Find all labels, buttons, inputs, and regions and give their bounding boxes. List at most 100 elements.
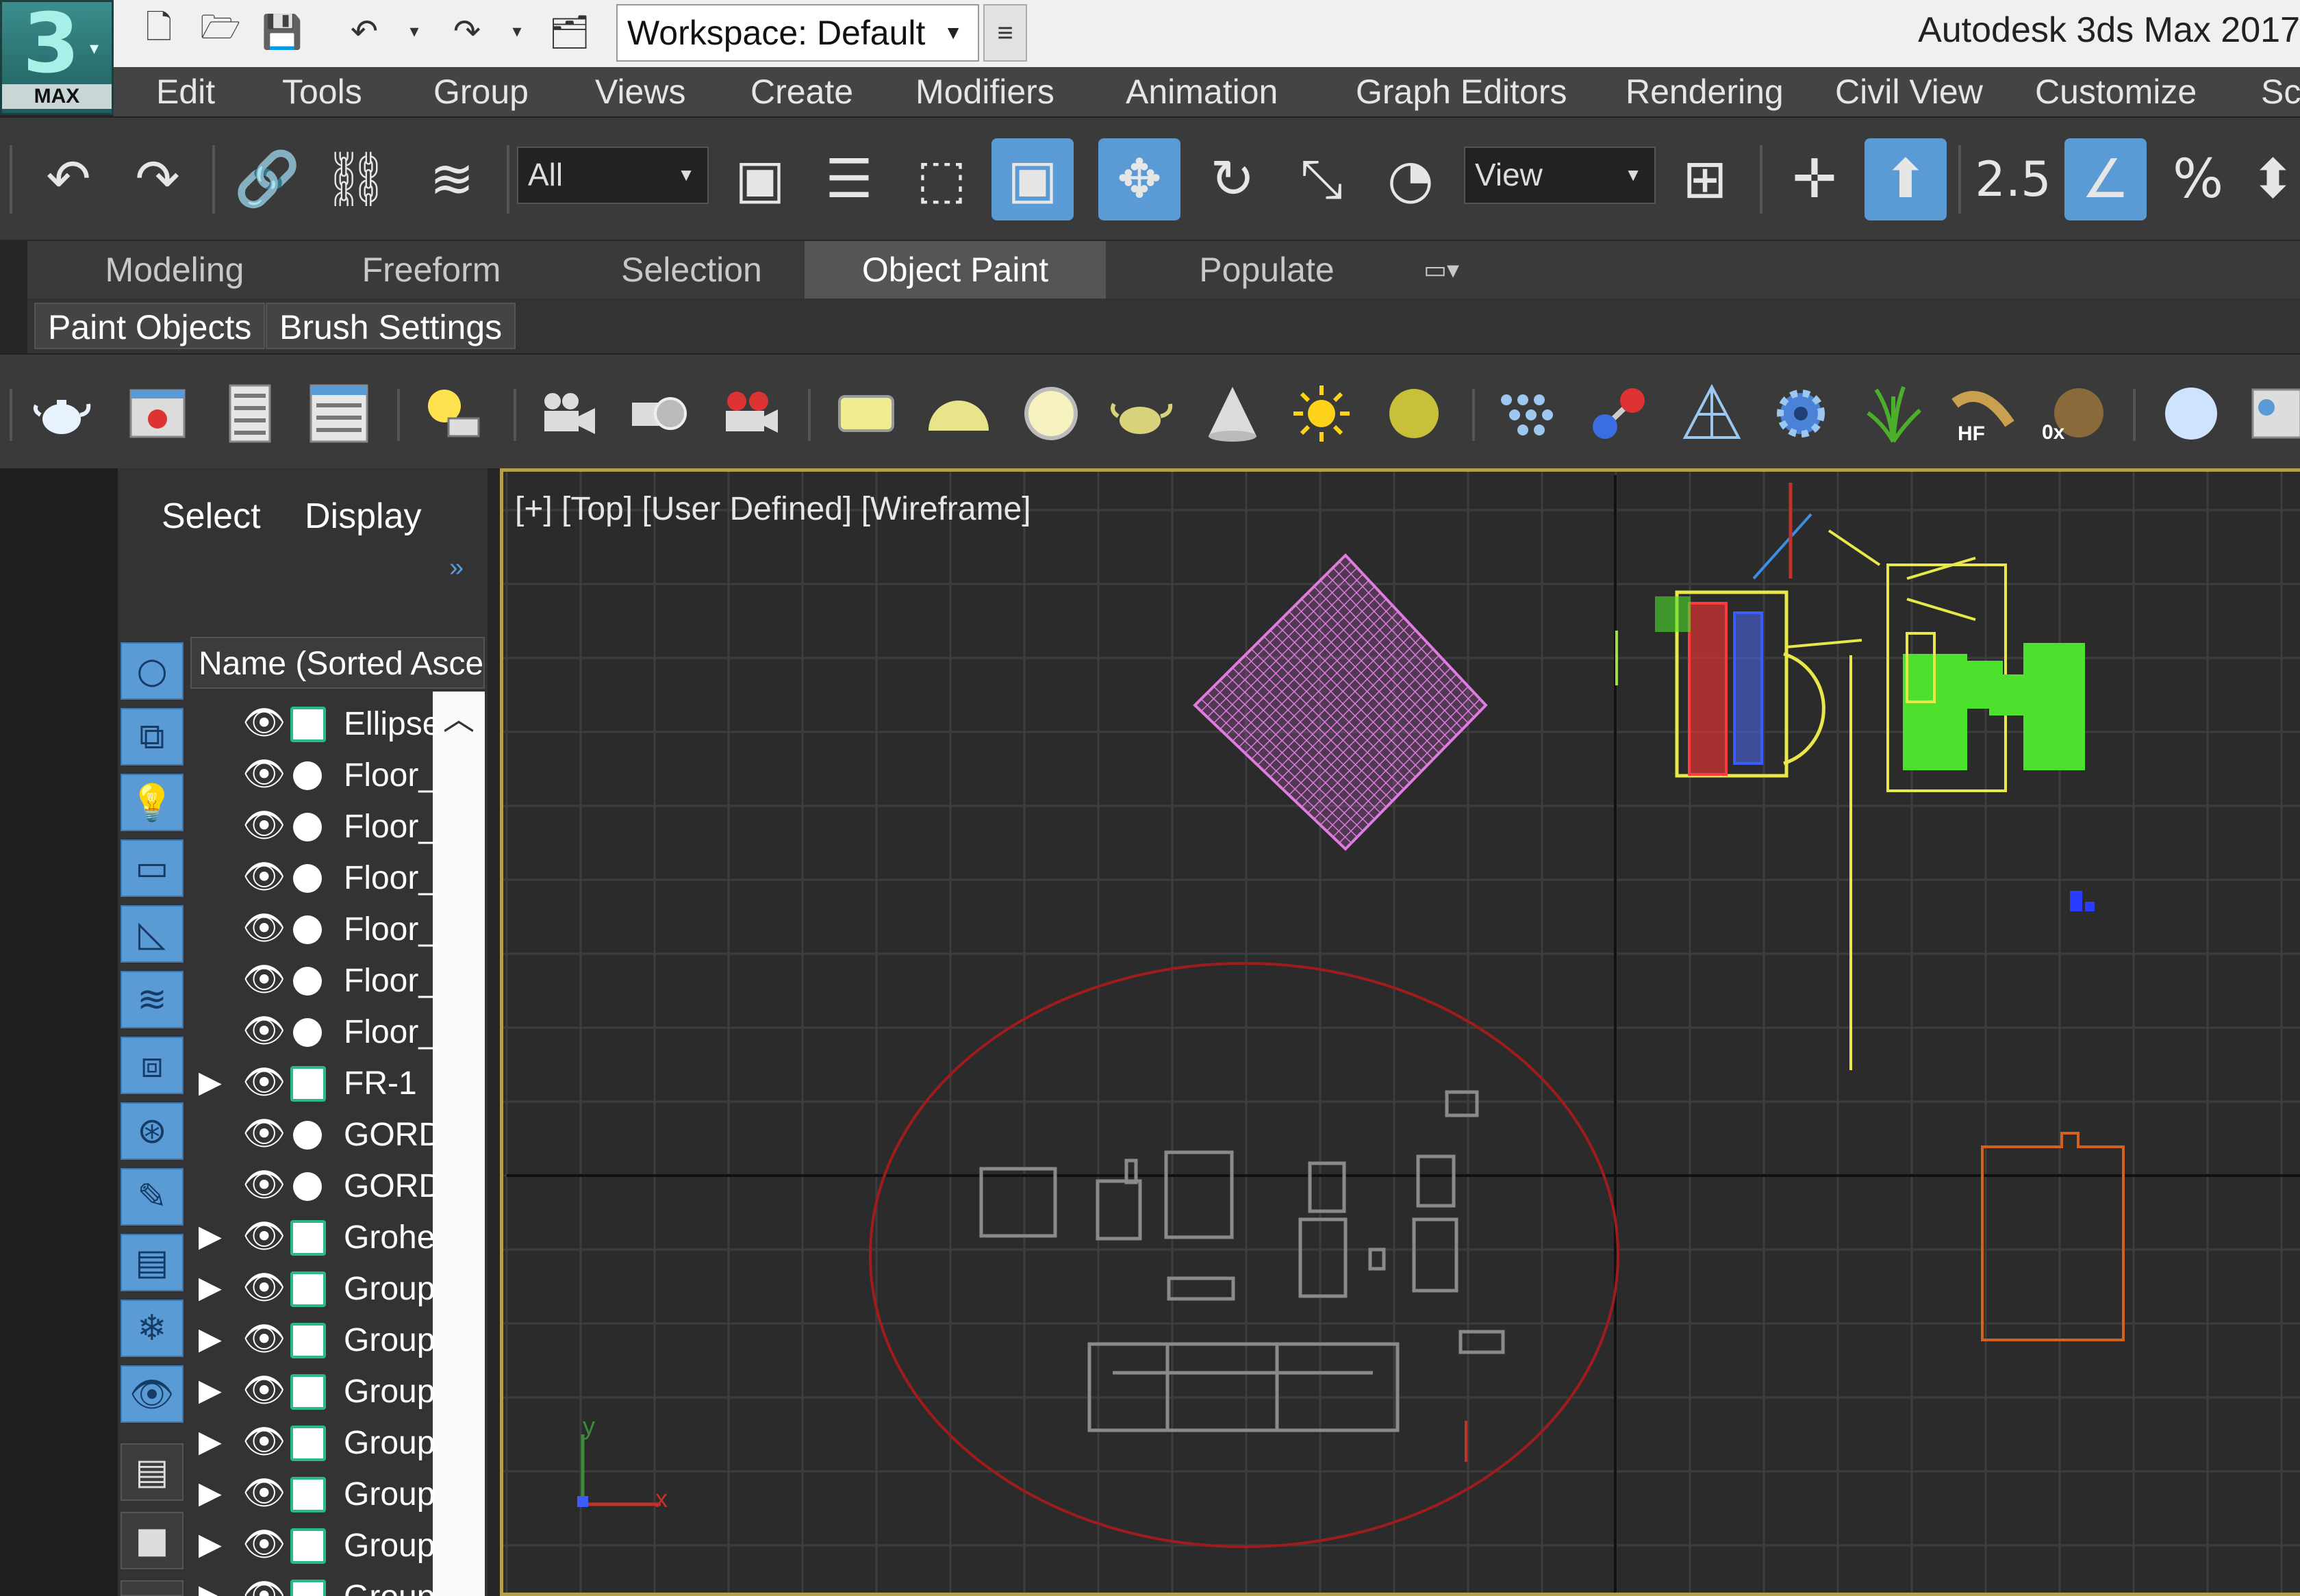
- select-and-scale-icon[interactable]: ⤡: [1280, 138, 1363, 220]
- list-item[interactable]: ▶ 👁 Group006: [199, 1520, 435, 1571]
- tab-selection[interactable]: Selection: [575, 241, 808, 299]
- visibility-eye-icon[interactable]: 👁: [242, 1575, 286, 1596]
- save-icon[interactable]: 💾: [260, 10, 304, 53]
- unlink-selection-icon[interactable]: ⛓: [315, 138, 397, 220]
- filter-geometry-icon[interactable]: ○: [121, 642, 184, 700]
- explorer-more-button[interactable]: »: [449, 553, 464, 583]
- plane-light-icon[interactable]: [832, 379, 900, 448]
- sphere-primitive-icon[interactable]: [2157, 379, 2225, 448]
- filter-space-warps-icon[interactable]: ≋: [121, 971, 184, 1028]
- filter-particles-icon[interactable]: ❄: [121, 1300, 184, 1357]
- list-item[interactable]: 👁 Ellipse01: [199, 698, 435, 750]
- visibility-eye-icon[interactable]: 👁: [242, 1370, 286, 1410]
- menu-civil-view[interactable]: Civil View: [1835, 67, 1983, 116]
- gear-icon[interactable]: [1767, 379, 1835, 448]
- visibility-eye-icon[interactable]: 👁: [242, 1473, 286, 1513]
- viewport-top[interactable]: y x: [500, 468, 2300, 1596]
- physical-camera-icon[interactable]: [623, 379, 692, 448]
- hair-fur-icon[interactable]: HF: [1948, 379, 2017, 448]
- list-item[interactable]: ▶ 👁 Group004: [199, 1417, 435, 1469]
- snaps-toggle-icon[interactable]: 2.5: [1972, 138, 2054, 220]
- expand-icon[interactable]: ▶: [199, 1424, 222, 1459]
- hair-grass-icon[interactable]: [1859, 379, 1928, 448]
- material-editor-icon[interactable]: [305, 379, 373, 448]
- list-item[interactable]: 👁 Floor_05: [199, 955, 435, 1006]
- menu-views[interactable]: Views: [595, 67, 685, 116]
- quick-access-menu-icon[interactable]: ≡: [983, 4, 1027, 62]
- tab-modeling[interactable]: Modeling: [68, 241, 281, 299]
- reference-coordinate-dropdown[interactable]: View ▼: [1464, 147, 1656, 204]
- filter-object-xrefs-icon[interactable]: ⊛: [121, 1102, 184, 1160]
- list-item[interactable]: ▶ 👁 FR-1: [199, 1058, 435, 1109]
- select-manipulate-icon[interactable]: ✛: [1773, 138, 1856, 220]
- workspace-dropdown[interactable]: Workspace: Default ▼: [616, 4, 979, 62]
- visibility-eye-icon[interactable]: 👁: [242, 1062, 286, 1102]
- expand-icon[interactable]: ▶: [199, 1578, 222, 1596]
- visibility-eye-icon[interactable]: 👁: [242, 1216, 286, 1256]
- panel-paint-objects[interactable]: Paint Objects: [34, 303, 266, 349]
- keyboard-shortcut-override-icon[interactable]: ⬆: [1865, 138, 1947, 220]
- list-item[interactable]: 👁 GORDO2: [199, 1161, 435, 1212]
- menu-scripting[interactable]: Sc: [2261, 67, 2300, 116]
- angle-snap-icon[interactable]: ∠: [2064, 138, 2147, 220]
- filter-containers-icon[interactable]: ▤: [121, 1234, 184, 1291]
- undo-dropdown-icon[interactable]: ▾: [401, 10, 428, 53]
- select-and-move-icon[interactable]: ✥: [1098, 138, 1180, 220]
- teapot-light-icon[interactable]: [1106, 379, 1174, 448]
- display-none-icon[interactable]: ▤: [121, 1443, 184, 1501]
- camera-sequencer-icon[interactable]: [716, 379, 784, 448]
- filter-shapes-icon[interactable]: ⧉: [121, 708, 184, 765]
- render-setup-icon[interactable]: [216, 379, 284, 448]
- window-crossing-icon[interactable]: ▣: [991, 138, 1074, 220]
- project-folder-icon[interactable]: 🗂: [548, 10, 592, 53]
- menu-graph-editors[interactable]: Graph Editors: [1356, 67, 1567, 116]
- invert-display-icon[interactable]: ■: [121, 1512, 184, 1569]
- list-item[interactable]: 👁 Floor_03: [199, 852, 435, 904]
- explorer-display-menu[interactable]: Display: [305, 496, 422, 537]
- visibility-eye-icon[interactable]: 👁: [242, 702, 286, 743]
- visibility-eye-icon[interactable]: 👁: [242, 1165, 286, 1205]
- expand-icon[interactable]: ▶: [199, 1373, 222, 1408]
- percent-snap-icon[interactable]: %: [2157, 138, 2239, 220]
- visibility-eye-icon[interactable]: 👁: [242, 1524, 286, 1565]
- selection-filter-dropdown[interactable]: All ▼: [517, 147, 709, 204]
- helper-grid-icon[interactable]: [1678, 379, 1746, 448]
- select-by-name-icon[interactable]: ☰: [808, 138, 890, 220]
- tab-populate[interactable]: Populate: [1116, 241, 1417, 299]
- ox-hair-icon[interactable]: 0x: [2040, 379, 2109, 448]
- scene-states-icon[interactable]: [2246, 379, 2300, 448]
- explorer-select-menu[interactable]: Select: [162, 496, 261, 537]
- expand-icon[interactable]: ▶: [199, 1475, 222, 1510]
- sky-light-icon[interactable]: [1380, 379, 1448, 448]
- sphere-light-icon[interactable]: [1017, 379, 1085, 448]
- column-header-name[interactable]: Name (Sorted Ascending): [190, 637, 485, 689]
- dome-light-icon[interactable]: [924, 379, 993, 448]
- viewport-label-menu[interactable]: [+] [Top] [User Defined] [Wireframe]: [515, 490, 1031, 528]
- expand-icon[interactable]: ▶: [199, 1270, 222, 1305]
- expand-icon[interactable]: ▶: [199, 1219, 222, 1254]
- expand-icon[interactable]: ▶: [199, 1065, 222, 1100]
- scroll-up-icon[interactable]: ︿: [433, 692, 485, 746]
- rectangular-selection-icon[interactable]: ⬚: [900, 138, 983, 220]
- redo-icon[interactable]: ↷: [116, 138, 199, 220]
- list-item[interactable]: ▶ 👁 Group003: [199, 1366, 435, 1417]
- visibility-eye-icon[interactable]: 👁: [242, 1421, 286, 1462]
- undo-icon[interactable]: ↶: [342, 10, 386, 53]
- list-item[interactable]: ▶ 👁 Grohe_01: [199, 1212, 435, 1263]
- undo-icon[interactable]: ↶: [27, 138, 110, 220]
- redo-dropdown-icon[interactable]: ▾: [503, 10, 531, 53]
- select-and-place-icon[interactable]: ◔: [1369, 138, 1452, 220]
- list-item[interactable]: 👁 Floor_02: [199, 801, 435, 852]
- visibility-eye-icon[interactable]: 👁: [242, 857, 286, 897]
- visibility-eye-icon[interactable]: 👁: [242, 1011, 286, 1051]
- list-item[interactable]: ▶ 👁 Group005: [199, 1469, 435, 1520]
- pivot-center-icon[interactable]: ⊞: [1664, 138, 1746, 220]
- select-and-rotate-icon[interactable]: ↻: [1191, 138, 1274, 220]
- menu-group[interactable]: Group: [433, 67, 529, 116]
- menu-edit[interactable]: Edit: [156, 67, 215, 116]
- expand-icon[interactable]: ▶: [199, 1527, 222, 1562]
- menu-create[interactable]: Create: [750, 67, 853, 116]
- menu-tools[interactable]: Tools: [282, 67, 362, 116]
- list-item[interactable]: ▶ 👁 Group002: [199, 1315, 435, 1366]
- visibility-eye-icon[interactable]: 👁: [242, 805, 286, 846]
